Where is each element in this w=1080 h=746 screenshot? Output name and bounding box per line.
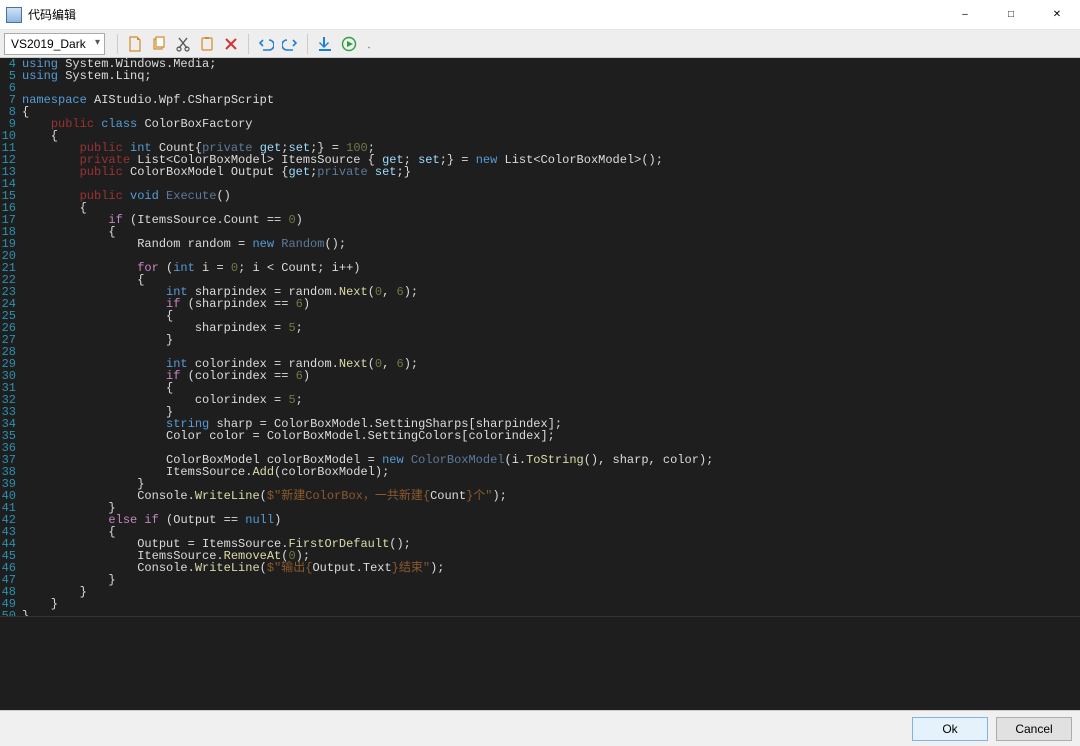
copy-button[interactable]	[148, 33, 170, 55]
more-button[interactable]	[362, 33, 376, 55]
toolbar-separator	[117, 34, 118, 54]
run-button[interactable]	[338, 33, 360, 55]
cancel-button[interactable]: Cancel	[996, 717, 1072, 741]
window-minimize-button[interactable]: ‒	[942, 0, 988, 30]
redo-button[interactable]	[279, 33, 301, 55]
code-content[interactable]: using System.Windows.Media;using System.…	[22, 58, 1080, 616]
editor-toolbar: VS2019_Dark	[0, 30, 1080, 58]
code-editor[interactable]: 4567891011121314151617181920212223242526…	[0, 58, 1080, 616]
theme-select[interactable]: VS2019_Dark	[4, 33, 105, 55]
undo-button[interactable]	[255, 33, 277, 55]
download-button[interactable]	[314, 33, 336, 55]
cut-button[interactable]	[172, 33, 194, 55]
dialog-footer: Ok Cancel	[0, 710, 1080, 746]
delete-button[interactable]	[220, 33, 242, 55]
window-close-button[interactable]: ✕	[1034, 0, 1080, 30]
new-file-button[interactable]	[124, 33, 146, 55]
toolbar-separator	[248, 34, 249, 54]
window-title: 代码编辑	[28, 6, 76, 23]
paste-button[interactable]	[196, 33, 218, 55]
output-panel	[0, 616, 1080, 710]
window-titlebar: 代码编辑 ‒ □ ✕	[0, 0, 1080, 30]
line-number-gutter: 4567891011121314151617181920212223242526…	[0, 58, 22, 616]
app-icon	[6, 7, 22, 23]
window-maximize-button[interactable]: □	[988, 0, 1034, 30]
toolbar-separator	[307, 34, 308, 54]
ok-button[interactable]: Ok	[912, 717, 988, 741]
